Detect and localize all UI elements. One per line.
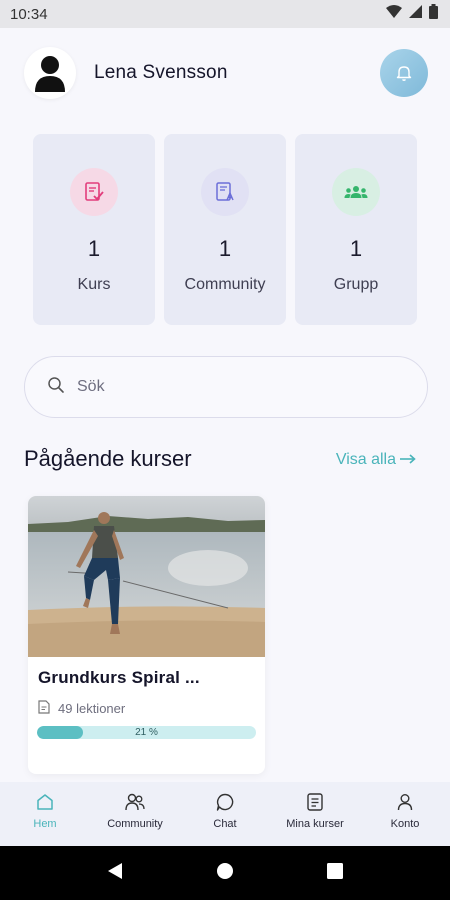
home-icon — [37, 794, 53, 810]
tab-label: Mina kurser — [286, 818, 344, 830]
tab-my-courses[interactable]: Mina kurser — [273, 792, 357, 830]
stat-count: 1 — [349, 236, 363, 261]
tab-label: Community — [107, 818, 163, 830]
bell-icon — [396, 66, 412, 81]
user-name: Lena Svensson — [94, 62, 228, 83]
lessons-count: 49 lektioner — [58, 701, 126, 716]
tab-label: Chat — [213, 818, 237, 830]
status-bar: 10:34 — [0, 0, 450, 28]
arrow-right-icon — [400, 451, 416, 469]
account-icon — [397, 794, 413, 811]
back-icon — [108, 862, 122, 879]
system-icons — [386, 4, 438, 24]
signal-icon — [409, 5, 422, 23]
recents-icon — [327, 862, 343, 879]
back-button[interactable] — [106, 862, 124, 885]
community-doc-icon — [201, 168, 249, 216]
search-icon — [47, 376, 65, 399]
course-thumbnail — [28, 496, 265, 657]
tab-community[interactable]: Community — [93, 792, 177, 830]
tab-label: Hem — [33, 818, 57, 830]
stats-row: 1 Kurs 1 Community 1 Grupp — [33, 134, 417, 325]
tab-label: Konto — [390, 818, 420, 830]
home-button[interactable] — [216, 862, 234, 885]
recents-button[interactable] — [326, 862, 344, 885]
course-lessons: 49 lektioner — [38, 700, 125, 717]
course-card[interactable]: Grundkurs Spiral ... 49 lektioner 21 % — [28, 496, 265, 774]
wifi-icon — [386, 5, 402, 23]
group-icon — [332, 168, 380, 216]
my-courses-icon — [307, 793, 323, 811]
see-all-label: Visa alla — [335, 451, 396, 468]
bottom-tab-bar: Hem Community Chat Mina kurser Konto — [0, 782, 450, 846]
chat-icon — [216, 793, 234, 811]
stat-label: Community — [184, 276, 266, 293]
document-icon — [38, 700, 50, 717]
battery-icon — [429, 4, 438, 24]
person-icon — [35, 56, 65, 92]
stat-card-kurs[interactable]: 1 Kurs — [33, 134, 155, 325]
community-icon — [125, 793, 145, 811]
ongoing-courses-title: Pågående kurser — [24, 446, 192, 471]
tab-account[interactable]: Konto — [363, 792, 447, 830]
tab-home[interactable]: Hem — [3, 792, 87, 830]
profile-header: Lena Svensson — [24, 46, 428, 100]
course-title: Grundkurs Spiral ... — [38, 668, 200, 687]
search-input[interactable] — [77, 378, 377, 396]
stat-card-community[interactable]: 1 Community — [164, 134, 286, 325]
course-icon — [70, 168, 118, 216]
tab-chat[interactable]: Chat — [183, 792, 267, 830]
status-time: 10:34 — [10, 5, 48, 23]
search-bar[interactable] — [24, 356, 428, 418]
stat-count: 1 — [87, 236, 101, 261]
stat-count: 1 — [218, 236, 232, 261]
avatar[interactable] — [24, 47, 76, 99]
stat-card-grupp[interactable]: 1 Grupp — [295, 134, 417, 325]
notifications-button[interactable] — [380, 49, 428, 97]
stat-label: Kurs — [77, 276, 111, 293]
system-nav-bar — [0, 846, 450, 900]
see-all-link[interactable]: Visa alla — [336, 451, 416, 469]
user-info[interactable]: Lena Svensson — [24, 47, 228, 99]
course-progress-bar: 21 % — [37, 726, 256, 739]
home-circle-icon — [217, 862, 233, 879]
stat-label: Grupp — [333, 276, 379, 293]
progress-label: 21 % — [135, 727, 158, 738]
